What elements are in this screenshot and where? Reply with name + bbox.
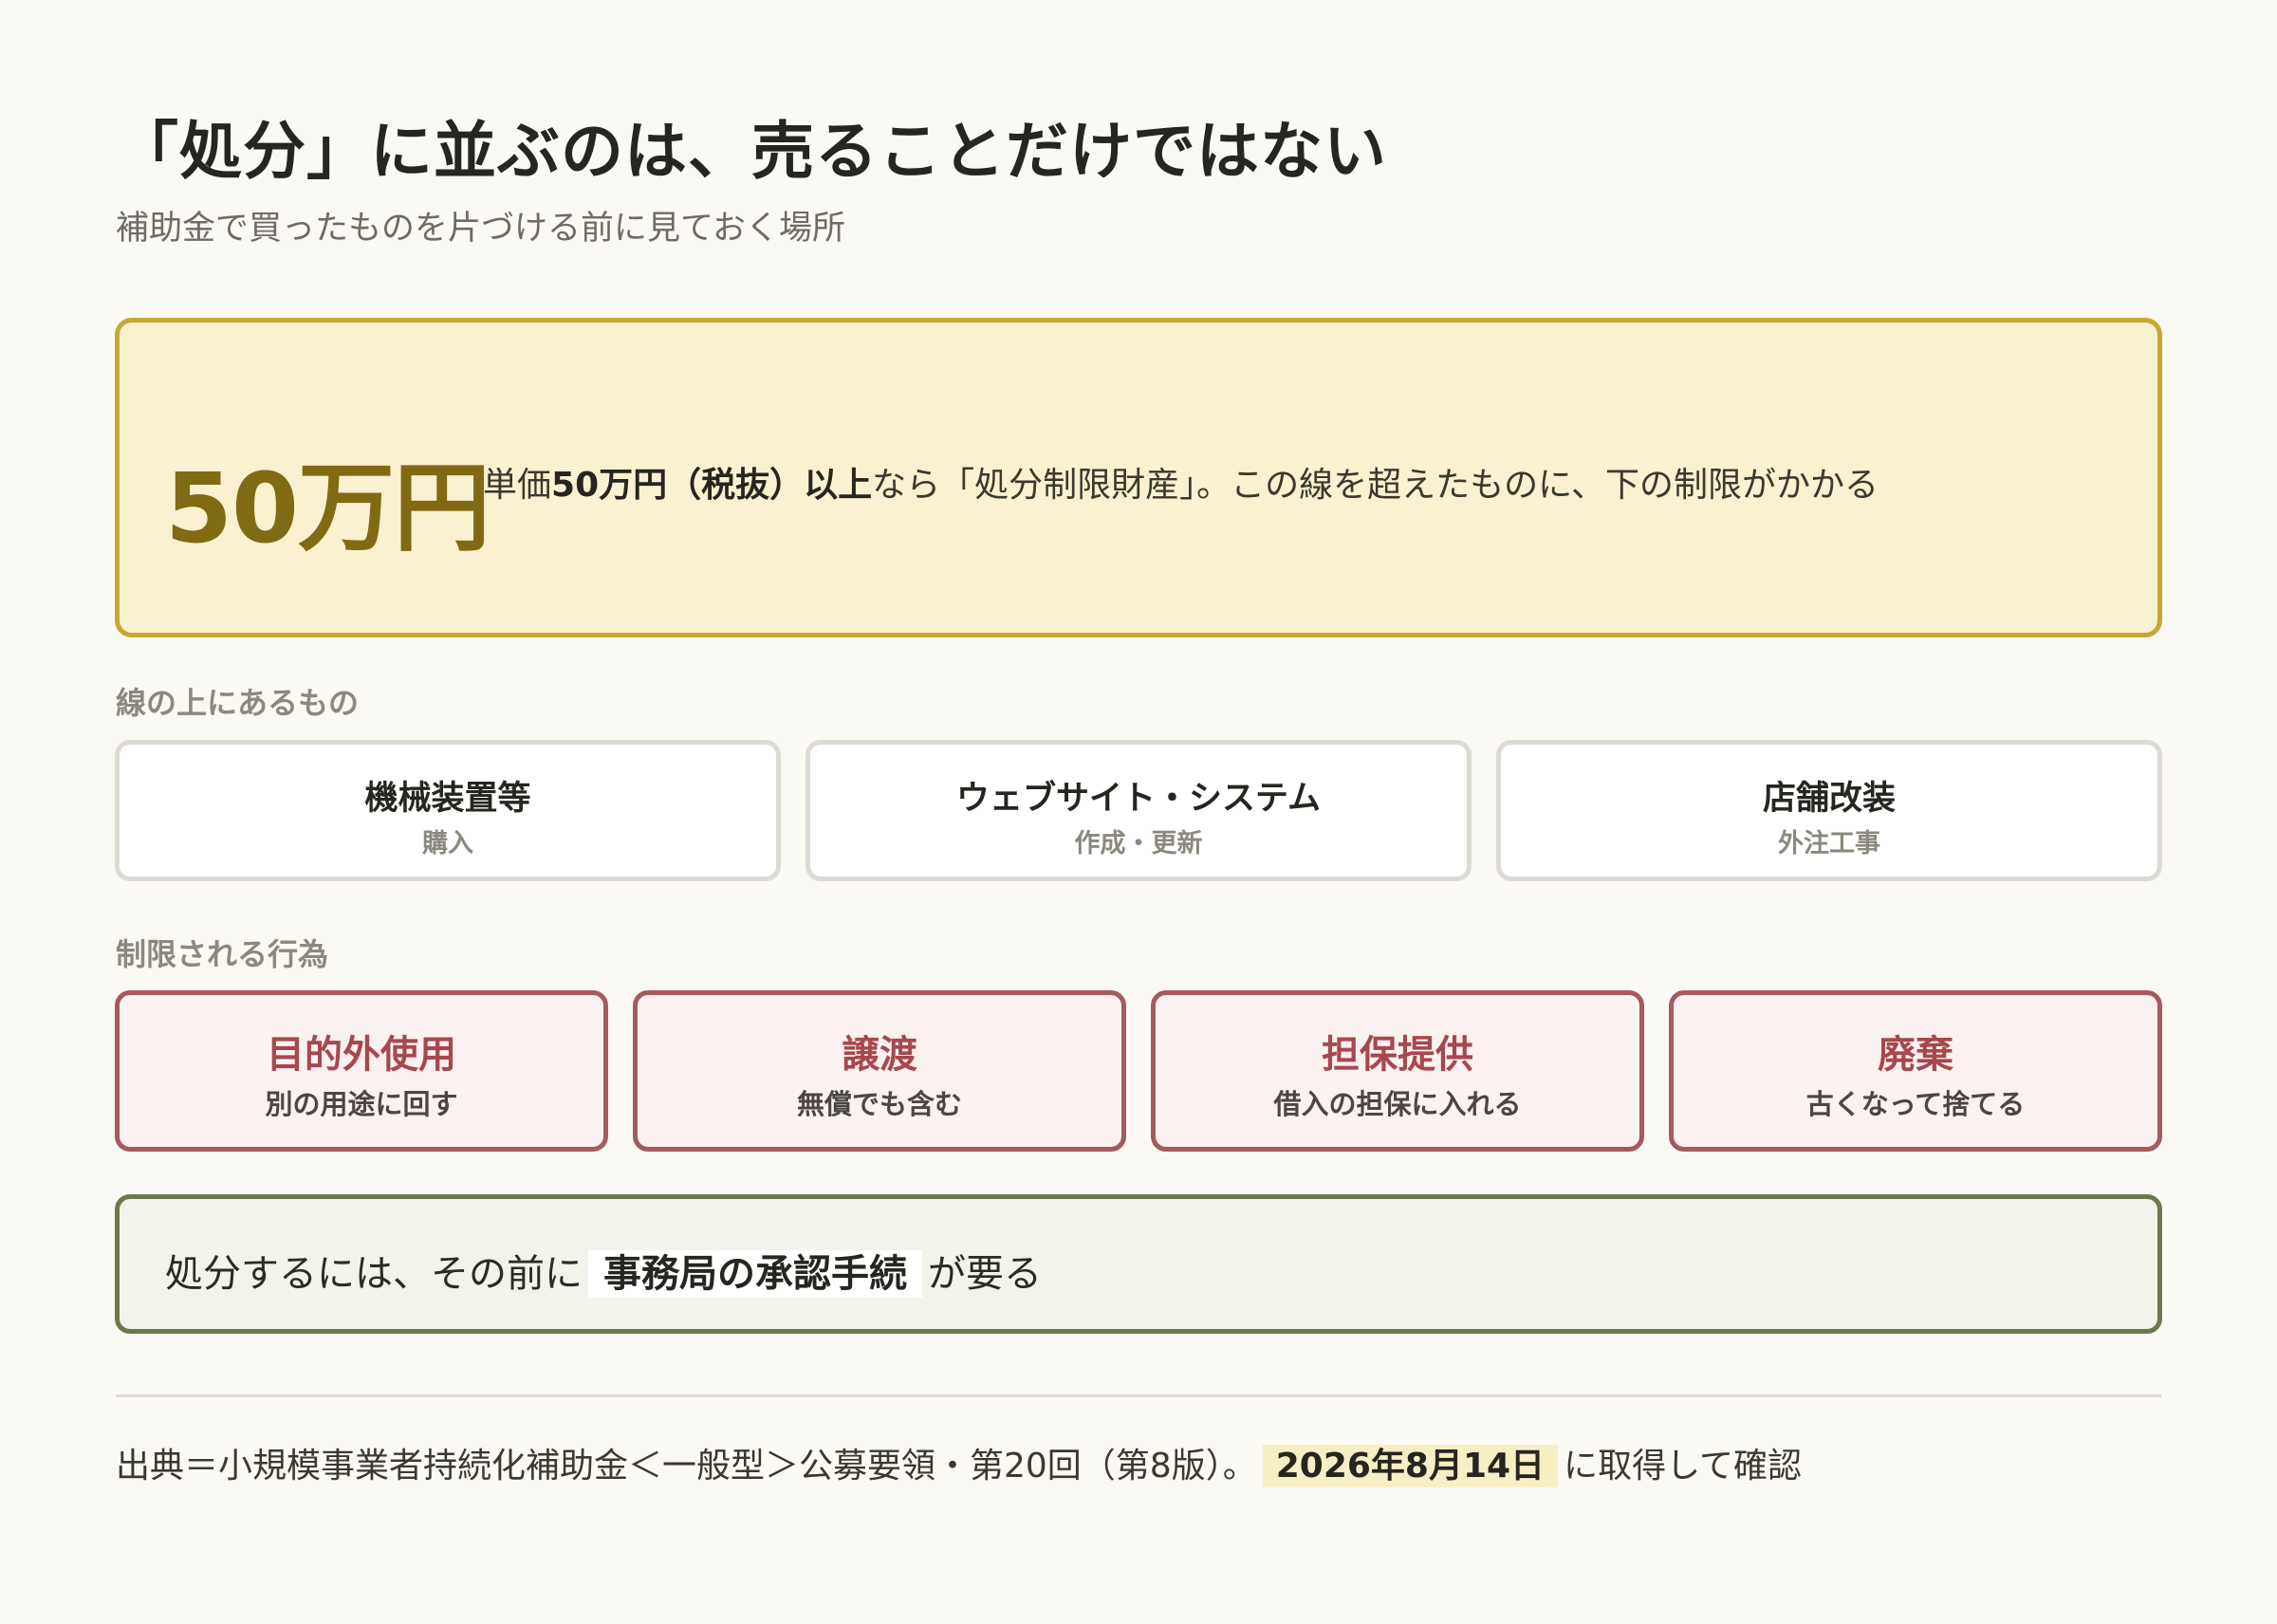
source-note: 出典＝小規模事業者持続化補助金＜一般型＞公募要領・第20回（第8版）。 2026年… — [116, 1438, 1802, 1487]
restriction-sub: 無償でも含む — [796, 1088, 962, 1120]
restriction-sub: 別の用途に回す — [265, 1088, 458, 1120]
restriction-name: 担保提供 — [1322, 1033, 1473, 1077]
source-prefix: 出典＝小規模事業者持続化補助金＜一般型＞公募要領・第20回（第8版）。 — [116, 1447, 1257, 1486]
threshold-description: 単価50万円（税抜）以上なら「処分制限財産」。この線を超えたものに、下の制限がか… — [483, 457, 1879, 507]
item-sub: 外注工事 — [1778, 829, 1880, 858]
threshold-text-prefix: 単価 — [483, 466, 552, 505]
item-card-machinery: 機械装置等 購入 — [115, 740, 781, 881]
restriction-sub: 借入の担保に入れる — [1273, 1088, 1522, 1120]
restrictions-section-label: 制限される行為 — [116, 936, 329, 972]
restriction-card-collateral: 担保提供 借入の担保に入れる — [1151, 990, 1644, 1152]
page-subtitle: 補助金で買ったものを片づける前に見ておく場所 — [116, 210, 845, 248]
restriction-card-transfer: 譲渡 無償でも含む — [633, 990, 1126, 1152]
page: 「処分」に並ぶのは、売ることだけではない 補助金で買ったものを片づける前に見てお… — [0, 0, 2277, 1624]
approval-highlight: 事務局の承認手続 — [588, 1250, 922, 1298]
threshold-text-suffix: なら「処分制限財産」。この線を超えたものに、下の制限がかかる — [872, 466, 1879, 505]
source-date: 2026年8月14日 — [1262, 1445, 1559, 1487]
page-title: 「処分」に並ぶのは、売ることだけではない — [116, 115, 1387, 188]
threshold-panel: 50万円 単価50万円（税抜）以上なら「処分制限財産」。この線を超えたものに、下… — [115, 318, 2162, 637]
items-section-label: 線の上にあるもの — [116, 685, 360, 721]
threshold-text-bold: 50万円（税抜）以上 — [551, 466, 873, 505]
divider — [116, 1394, 2161, 1397]
restriction-name: 廃棄 — [1878, 1033, 1953, 1077]
item-name: 店舗改装 — [1762, 780, 1896, 818]
restriction-sub: 古くなって捨てる — [1805, 1088, 2026, 1120]
restriction-card-misuse: 目的外使用 別の用途に回す — [115, 990, 608, 1152]
item-sub: 作成・更新 — [1074, 829, 1203, 858]
restriction-name: 譲渡 — [842, 1033, 917, 1077]
item-name: 機械装置等 — [364, 780, 531, 818]
approval-panel: 処分するには、その前に 事務局の承認手続 が要る — [115, 1194, 2162, 1334]
approval-text: 処分するには、その前に 事務局の承認手続 が要る — [165, 1243, 1042, 1298]
item-name: ウェブサイト・システム — [956, 780, 1321, 818]
item-card-website-system: ウェブサイト・システム 作成・更新 — [805, 740, 1472, 881]
restriction-name: 目的外使用 — [267, 1033, 456, 1077]
approval-suffix: が要る — [928, 1252, 1042, 1296]
threshold-amount: 50万円 — [165, 452, 491, 565]
restriction-card-disposal: 廃棄 古くなって捨てる — [1669, 990, 2162, 1152]
source-suffix: に取得して確認 — [1564, 1447, 1802, 1486]
item-sub: 購入 — [422, 829, 473, 858]
item-card-store-renovation: 店舗改装 外注工事 — [1496, 740, 2162, 881]
approval-prefix: 処分するには、その前に — [165, 1252, 583, 1296]
